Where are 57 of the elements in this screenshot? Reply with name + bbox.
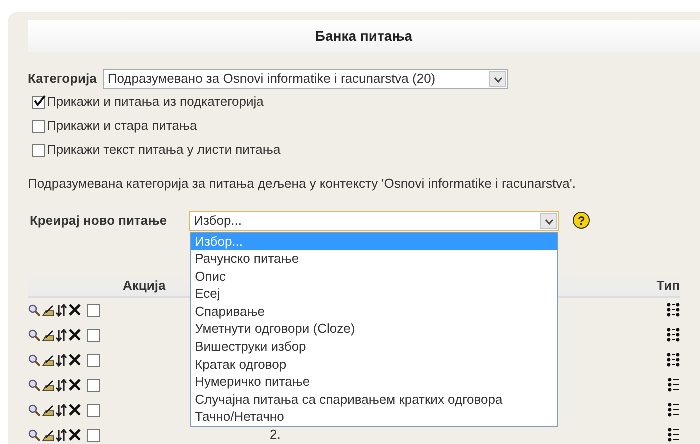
info-text: Подразумевана категорија за питања дељена у контексту 'Osnovi informatike i racunarstva'.: [28, 175, 577, 193]
dropdown-option[interactable]: Опис: [191, 268, 558, 286]
column-header: Акција: [123, 276, 166, 295]
edit-icon[interactable]: [42, 304, 55, 316]
checkbox[interactable]: [32, 120, 45, 132]
delete-icon[interactable]: [69, 404, 81, 416]
checkbox-label: Прикажи и стара питања: [47, 117, 198, 136]
preview-icon[interactable]: [28, 378, 41, 392]
dropdown-option[interactable]: Рачунско питање: [191, 250, 558, 268]
checkbox[interactable]: [32, 144, 45, 156]
edit-icon[interactable]: [42, 404, 55, 416]
edit-icon[interactable]: [42, 328, 55, 342]
delete-icon[interactable]: [69, 354, 81, 366]
delete-icon[interactable]: [69, 329, 81, 341]
dropdown-option[interactable]: Есеј: [191, 285, 558, 303]
move-icon[interactable]: [56, 428, 68, 442]
move-icon[interactable]: [56, 404, 68, 416]
dropdown-option[interactable]: Нумеричко питање: [191, 373, 558, 391]
edit-icon[interactable]: [42, 354, 55, 366]
dropdown-option[interactable]: Вишеструки избор: [191, 338, 558, 356]
delete-icon[interactable]: [69, 304, 81, 316]
checkbox-label: Прикажи и питања из подкатегорија: [47, 93, 264, 112]
dropdown-option[interactable]: Тачно/Нетачно: [191, 408, 558, 426]
preview-icon[interactable]: [28, 428, 41, 442]
move-icon[interactable]: [56, 354, 68, 366]
edit-icon[interactable]: [42, 378, 55, 392]
delete-icon[interactable]: [69, 429, 81, 441]
category-select[interactable]: Подразумевано за Osnovi informatike i racunarstva (20): [102, 69, 508, 89]
dropdown-icon: [488, 71, 506, 87]
checkbox[interactable]: [87, 428, 100, 442]
create-label: Креирај ново питање: [30, 212, 168, 230]
preview-icon[interactable]: [28, 304, 41, 316]
preview-icon[interactable]: [28, 404, 41, 416]
checkbox[interactable]: [32, 96, 45, 108]
row-number: 2.: [270, 427, 281, 442]
move-icon[interactable]: [56, 328, 68, 342]
help-icon[interactable]: ?: [573, 212, 590, 229]
delete-icon[interactable]: [69, 379, 81, 391]
move-icon[interactable]: [56, 304, 68, 316]
edit-icon[interactable]: [42, 428, 55, 442]
page-title: Банка питања: [315, 26, 413, 46]
checkbox[interactable]: [87, 304, 100, 316]
checkbox[interactable]: [87, 328, 100, 342]
move-icon[interactable]: [56, 378, 68, 392]
dropdown-icon: [540, 212, 558, 228]
preview-icon[interactable]: [28, 328, 41, 342]
checkbox-label: Прикажи текст питања у листи питања: [47, 141, 281, 160]
category-label: Категорија: [28, 70, 97, 88]
dropdown-option[interactable]: Спаривање: [191, 302, 558, 320]
dropdown-option[interactable]: Кратак одговор: [191, 356, 558, 374]
dropdown-option[interactable]: Уметнути одговори (Cloze): [191, 320, 558, 338]
checkbox[interactable]: [87, 404, 100, 416]
checkbox[interactable]: [87, 378, 100, 392]
checkbox[interactable]: [87, 354, 100, 366]
dropdown-option[interactable]: Случајна питања са спаривањем кратких одговора: [191, 390, 558, 408]
preview-icon[interactable]: [28, 354, 41, 366]
column-header: Тип: [656, 276, 680, 295]
